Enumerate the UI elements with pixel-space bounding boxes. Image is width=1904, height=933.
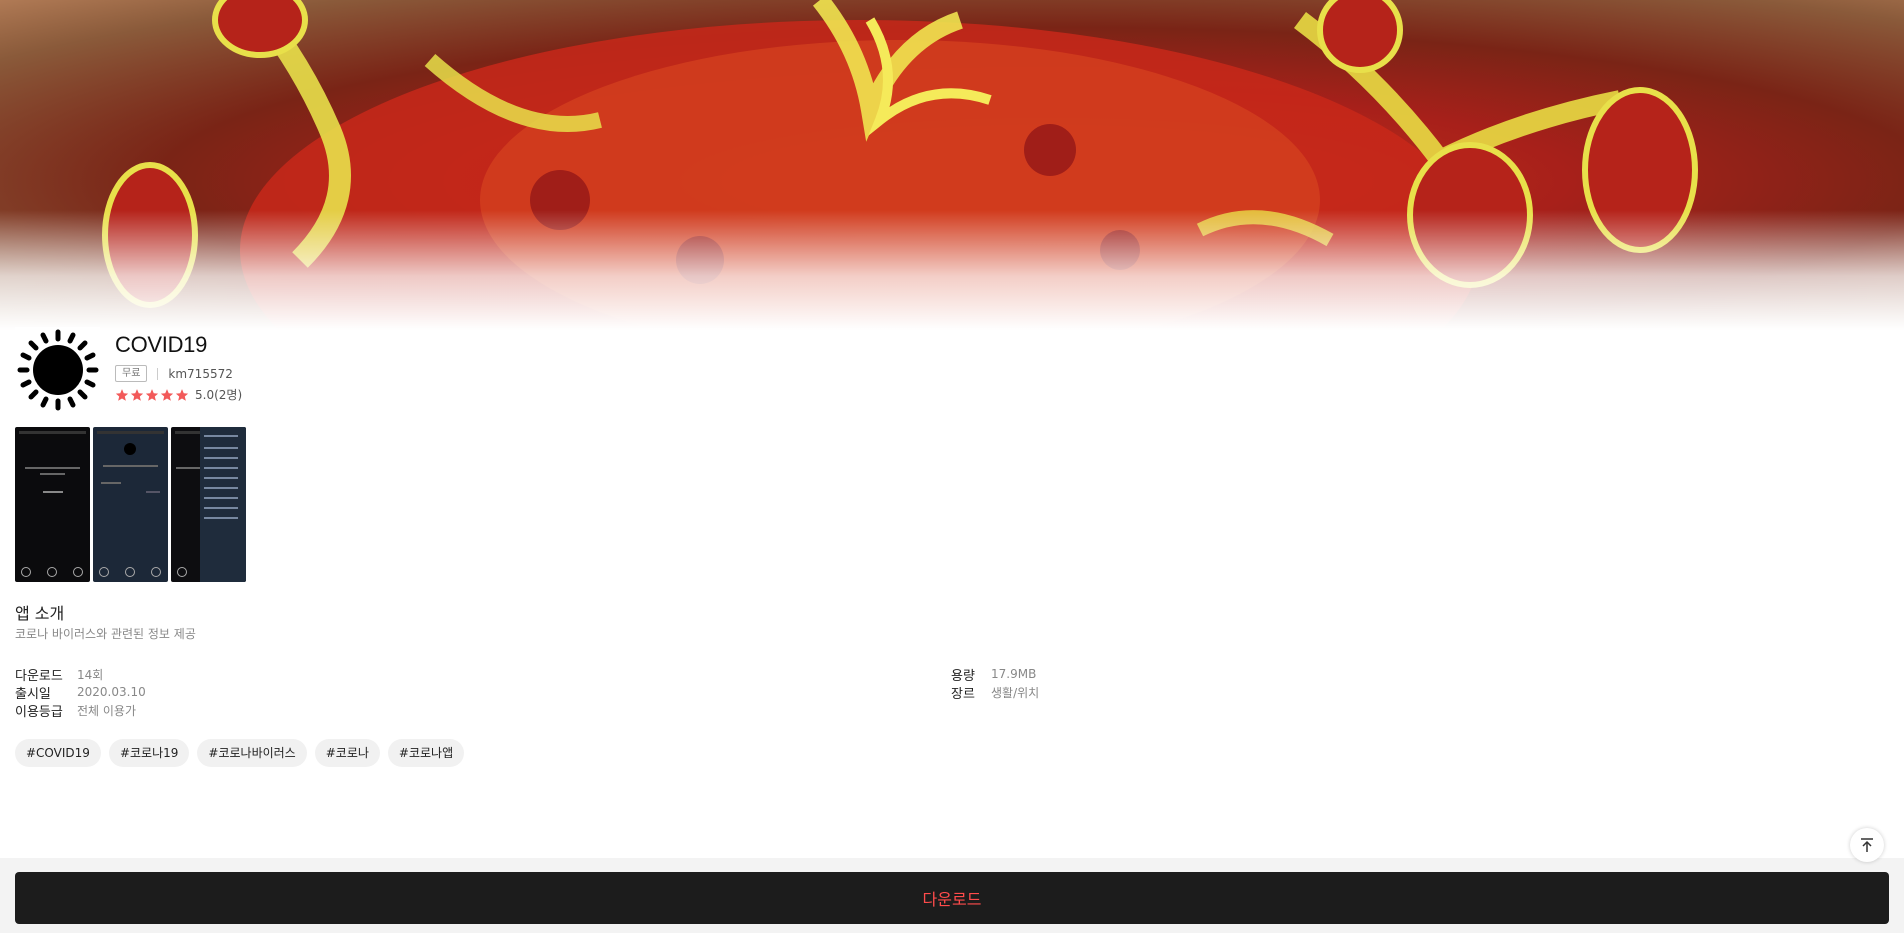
- info-left: 다운로드 14회 출시일 2020.03.10 이용등급 전체 이용가: [15, 665, 146, 720]
- info-value: 17.9MB: [991, 667, 1037, 681]
- author-name[interactable]: km715572: [168, 367, 232, 381]
- info-value: 2020.03.10: [77, 685, 146, 699]
- app-header: COVID19 무료 km715572 5.0(2명): [15, 327, 242, 412]
- star-icon: [145, 388, 159, 401]
- screenshot-2[interactable]: [93, 427, 168, 582]
- info-label: 다운로드: [15, 668, 63, 684]
- info-row-size: 용량 17.9MB: [951, 665, 1039, 684]
- info-label: 장르: [951, 686, 975, 702]
- price-badge: 무료: [115, 365, 148, 382]
- info-row-genre: 장르 생활/위치: [951, 683, 1040, 702]
- tag-chip[interactable]: #코로나바이러스: [197, 739, 307, 767]
- menu-line: [204, 507, 238, 509]
- caption-line: [103, 465, 158, 467]
- info-value: 14회: [77, 667, 104, 682]
- info-row-age-rating: 이용등급 전체 이용가: [15, 701, 146, 720]
- star-rating: [115, 388, 189, 402]
- info-value: 생활/위치: [991, 685, 1040, 700]
- status-bar: [19, 431, 86, 434]
- star-icon: [175, 388, 189, 401]
- intro-title: 앱 소개: [15, 604, 65, 623]
- screenshot-1[interactable]: [15, 427, 90, 582]
- info-label: 용량: [951, 668, 975, 684]
- app-title: COVID19: [115, 332, 208, 357]
- list-icon: [47, 567, 57, 577]
- sun-gear-icon: [124, 443, 136, 455]
- caption-line: [176, 467, 201, 469]
- sun-gear-icon: [17, 329, 98, 410]
- phone-icon: [99, 567, 109, 577]
- info-row-downloads: 다운로드 14회: [15, 665, 146, 684]
- star-icon: [115, 388, 129, 401]
- star-icon: [160, 388, 174, 401]
- scroll-top-button[interactable]: [1850, 828, 1884, 862]
- progress-line: [43, 491, 63, 493]
- rating-text: 5.0(2명): [195, 388, 243, 402]
- caption-line: [101, 482, 121, 484]
- screenshot-gallery: [15, 427, 246, 582]
- refresh-icon: [73, 567, 83, 577]
- menu-line: [204, 457, 238, 459]
- caption-line: [25, 467, 80, 469]
- tag-list: #COVID19 #코로나19 #코로나바이러스 #코로나 #코로나앱: [15, 739, 465, 767]
- caption-line: [146, 491, 160, 493]
- list-icon: [125, 567, 135, 577]
- download-button[interactable]: 다운로드: [15, 872, 1889, 924]
- menu-line: [204, 447, 238, 449]
- menu-line: [204, 435, 238, 437]
- divider: [157, 367, 159, 380]
- phone-icon: [177, 567, 187, 577]
- arrow-up-to-top-icon: [1861, 838, 1873, 852]
- menu-panel: [200, 427, 246, 582]
- tag-chip[interactable]: #코로나: [314, 739, 380, 767]
- menu-line: [204, 497, 238, 499]
- hero-fade: [0, 210, 1904, 330]
- intro-description: 코로나 바이러스와 관련된 정보 제공: [15, 627, 196, 641]
- menu-line: [204, 487, 238, 489]
- info-right: 용량 17.9MB 장르 생활/위치: [951, 665, 1040, 702]
- menu-line: [204, 517, 238, 519]
- menu-line: [204, 477, 238, 479]
- phone-icon: [21, 567, 31, 577]
- screenshot-3[interactable]: [171, 427, 246, 582]
- app-icon: [15, 327, 100, 412]
- caption-line: [40, 473, 65, 475]
- tag-chip[interactable]: #COVID19: [15, 739, 101, 767]
- tag-chip[interactable]: #코로나앱: [387, 739, 465, 767]
- info-label: 출시일: [15, 686, 51, 702]
- app-meta: COVID19 무료 km715572 5.0(2명): [115, 327, 242, 412]
- hero-banner: [0, 0, 1904, 330]
- meta-row: 무료 km715572: [115, 365, 242, 382]
- status-bar: [97, 431, 164, 434]
- refresh-icon: [151, 567, 161, 577]
- star-icon: [130, 388, 144, 401]
- info-label: 이용등급: [15, 704, 63, 720]
- info-value: 전체 이용가: [77, 703, 137, 718]
- tag-chip[interactable]: #코로나19: [108, 739, 190, 767]
- menu-line: [204, 467, 238, 469]
- rating-row: 5.0(2명): [115, 386, 242, 403]
- info-row-release-date: 출시일 2020.03.10: [15, 683, 146, 702]
